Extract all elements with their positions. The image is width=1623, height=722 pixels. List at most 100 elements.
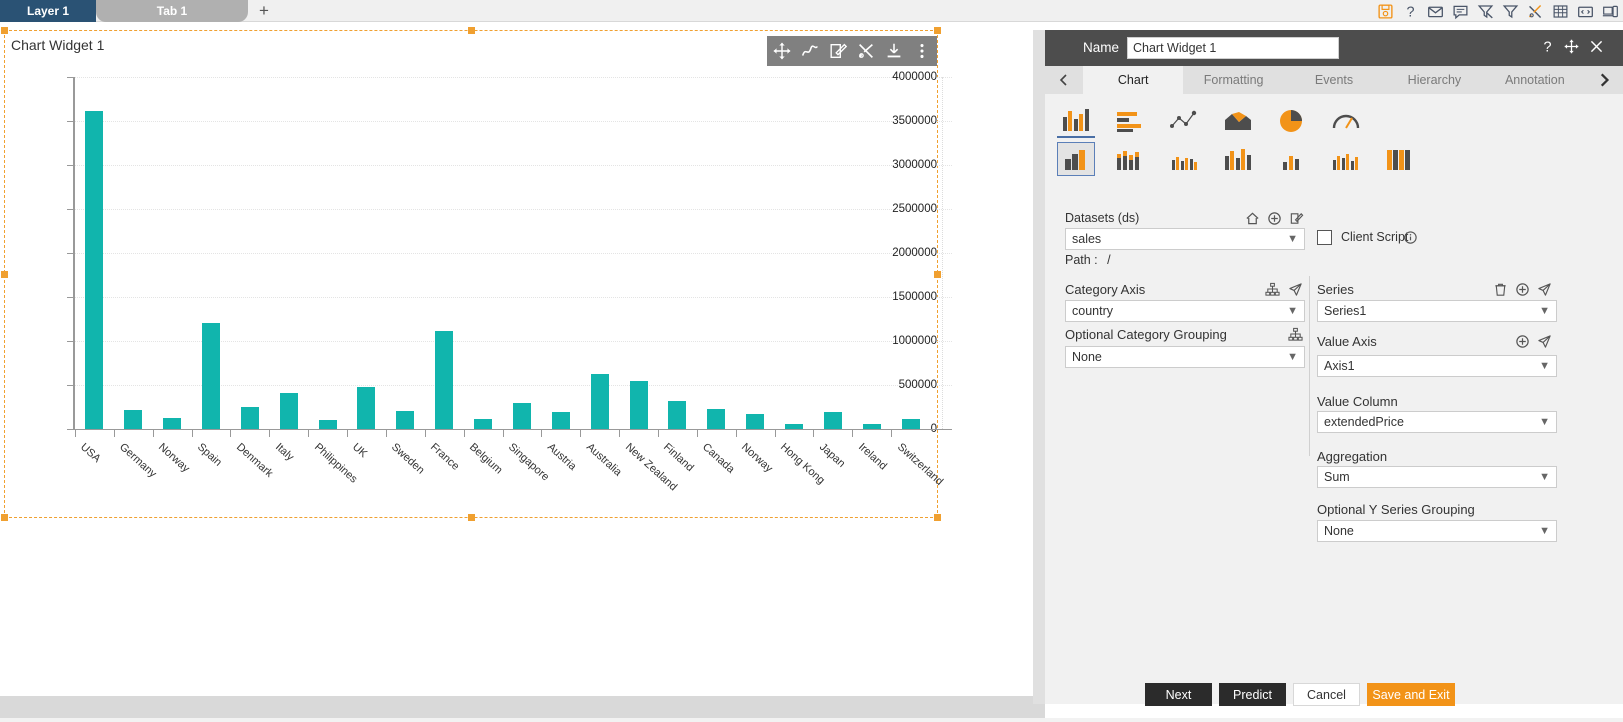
value-axis-select[interactable]: Axis1 ▼ [1317, 355, 1557, 377]
chart-type-bar[interactable] [1111, 104, 1149, 138]
add-tab-button[interactable]: + [252, 0, 276, 22]
bar[interactable] [357, 386, 376, 429]
code-icon[interactable] [1577, 3, 1594, 20]
y-grouping-select[interactable]: None ▼ [1317, 520, 1557, 542]
chart-variant-small-column[interactable] [1273, 142, 1311, 176]
cancel-button[interactable]: Cancel [1293, 683, 1360, 706]
resize-handle-nw[interactable] [1, 27, 8, 34]
bar[interactable] [202, 322, 221, 429]
edit-icon[interactable] [1289, 211, 1304, 226]
chart-variant-clustered-column[interactable] [1057, 142, 1095, 176]
bar[interactable] [901, 419, 920, 429]
chart-type-gauge[interactable] [1327, 104, 1365, 138]
tools-icon[interactable] [856, 41, 876, 61]
bar[interactable] [396, 411, 415, 429]
chart-type-column[interactable] [1057, 104, 1095, 138]
tools-icon[interactable] [1527, 3, 1544, 20]
chart-variant-stacked-column[interactable] [1111, 142, 1149, 176]
bar[interactable] [163, 418, 182, 429]
bar[interactable] [746, 413, 765, 429]
save-and-exit-button[interactable]: Save and Exit [1367, 683, 1455, 706]
bar[interactable] [862, 423, 881, 429]
edit-icon[interactable] [828, 41, 848, 61]
move-icon[interactable] [772, 41, 792, 61]
next-button[interactable]: Next [1145, 683, 1212, 706]
tab-formatting[interactable]: Formatting [1183, 66, 1283, 94]
close-icon[interactable] [1588, 38, 1605, 55]
clear-filter-icon[interactable] [1477, 3, 1494, 20]
bar[interactable] [279, 392, 298, 429]
bar[interactable] [668, 400, 687, 429]
filter-icon[interactable] [1502, 3, 1519, 20]
chart-variant-mixed-column[interactable] [1327, 142, 1365, 176]
bar[interactable] [85, 111, 104, 429]
tabs-prev-button[interactable] [1045, 66, 1083, 94]
bar-chart[interactable]: 0500000100000015000002000000250000030000… [5, 67, 952, 517]
send-icon[interactable] [1288, 282, 1303, 297]
bar[interactable] [823, 411, 842, 429]
mail-icon[interactable] [1427, 3, 1444, 20]
bar[interactable] [590, 374, 609, 429]
tab-layer-1[interactable]: Layer 1 [0, 0, 96, 22]
bar[interactable] [240, 407, 259, 429]
hierarchy-icon[interactable] [1288, 327, 1303, 342]
design-canvas[interactable]: Chart Widget 1 0500000100000015000002000… [0, 22, 1041, 718]
bar[interactable] [784, 424, 803, 429]
bar[interactable] [318, 420, 337, 429]
chart-variant-multi-column[interactable] [1219, 142, 1257, 176]
widget-name-input[interactable]: Chart Widget 1 [1127, 37, 1339, 59]
optional-category-grouping-select[interactable]: None ▼ [1065, 346, 1305, 368]
device-icon[interactable] [1602, 3, 1619, 20]
add-icon[interactable] [1267, 211, 1282, 226]
home-icon[interactable] [1245, 211, 1260, 226]
chart-type-pie[interactable] [1273, 104, 1311, 138]
chart-widget[interactable]: Chart Widget 1 0500000100000015000002000… [1, 27, 952, 521]
add-icon[interactable] [1515, 282, 1530, 297]
tabs-next-button[interactable] [1585, 66, 1623, 94]
value-column-select[interactable]: extendedPrice ▼ [1317, 411, 1557, 433]
resize-handle-sw[interactable] [1, 514, 8, 521]
bar[interactable] [551, 411, 570, 429]
aggregation-select[interactable]: Sum ▼ [1317, 466, 1557, 488]
bar[interactable] [707, 409, 726, 429]
bar[interactable] [124, 409, 143, 429]
hierarchy-icon[interactable] [1265, 282, 1280, 297]
resize-handle-ne[interactable] [934, 27, 941, 34]
tab-chart[interactable]: Chart [1083, 66, 1184, 94]
bar[interactable] [474, 419, 493, 429]
chart-type-area[interactable] [1219, 104, 1257, 138]
category-axis-select[interactable]: country ▼ [1065, 300, 1305, 322]
delete-icon[interactable] [1493, 282, 1508, 297]
send-icon[interactable] [1537, 334, 1552, 349]
move-icon[interactable] [1563, 38, 1580, 55]
save-icon[interactable] [1377, 3, 1394, 20]
more-icon[interactable] [912, 41, 932, 61]
bar[interactable] [512, 402, 531, 429]
series-select[interactable]: Series1 ▼ [1317, 300, 1557, 322]
pen-icon[interactable] [800, 41, 820, 61]
chart-variant-grouped-column[interactable] [1165, 142, 1203, 176]
table-icon[interactable] [1552, 3, 1569, 20]
bar[interactable] [629, 381, 648, 429]
datasets-select[interactable]: sales ▼ [1065, 228, 1305, 250]
tab-annotation[interactable]: Annotation [1485, 66, 1585, 94]
predict-button[interactable]: Predict [1219, 683, 1286, 706]
tab-hierarchy[interactable]: Hierarchy [1384, 66, 1484, 94]
client-script-checkbox[interactable] [1317, 230, 1332, 245]
chart-variant-wide-column[interactable] [1381, 142, 1419, 176]
tab-events[interactable]: Events [1284, 66, 1384, 94]
download-icon[interactable] [884, 41, 904, 61]
help-icon[interactable]: ? [1402, 3, 1419, 20]
resize-handle-e[interactable] [934, 271, 941, 278]
chart-type-scatter[interactable] [1165, 104, 1203, 138]
help-icon[interactable]: ? [1539, 38, 1556, 55]
resize-handle-se[interactable] [934, 514, 941, 521]
resize-handle-s[interactable] [468, 514, 475, 521]
add-icon[interactable] [1515, 334, 1530, 349]
bar[interactable] [435, 330, 454, 429]
resize-handle-w[interactable] [1, 271, 8, 278]
send-icon[interactable] [1537, 282, 1552, 297]
resize-handle-n[interactable] [468, 27, 475, 34]
info-icon[interactable] [1403, 230, 1418, 245]
tab-tab-1[interactable]: Tab 1 [96, 0, 248, 22]
